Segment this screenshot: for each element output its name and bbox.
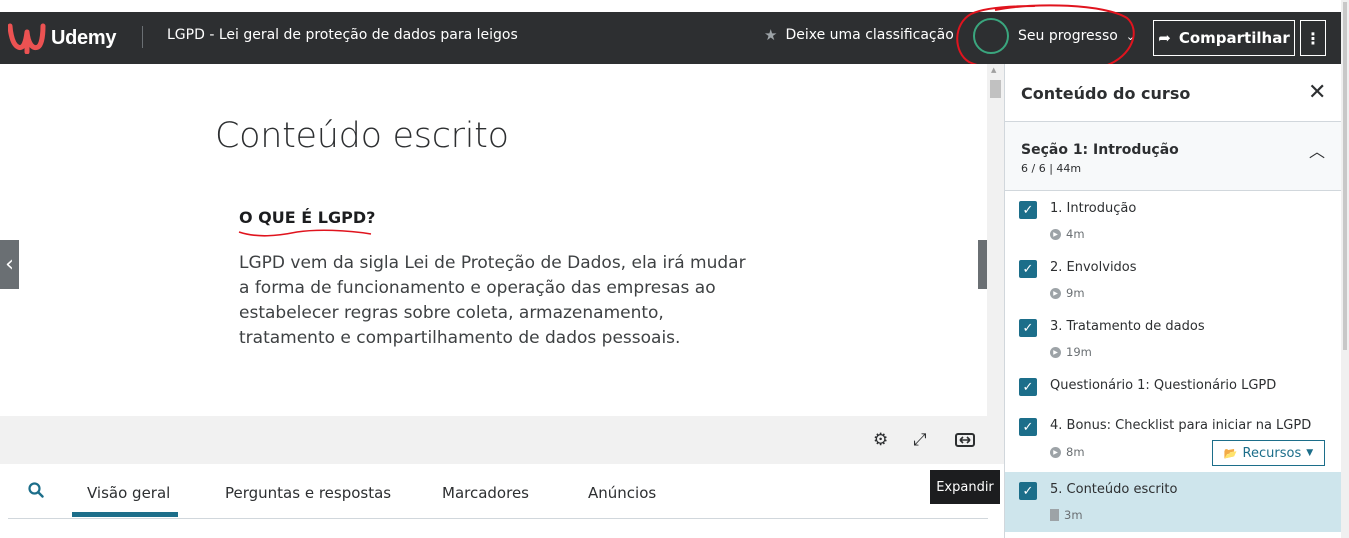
more-options-button[interactable]: ⋮ <box>1300 20 1326 56</box>
resources-label: Recursos <box>1242 445 1302 461</box>
folder-open-icon: 📂 <box>1223 446 1238 460</box>
udemy-logo[interactable]: Udemy <box>8 20 117 56</box>
lesson-item[interactable]: ✓ 2. Envolvidos ▶ 9m <box>1005 250 1342 309</box>
checkbox-checked-icon[interactable]: ✓ <box>1019 418 1037 436</box>
section-header[interactable]: Seção 1: Introdução 6 / 6 | 44m ︿ <box>1005 121 1342 191</box>
top-header: Udemy LGPD - Lei geral de proteção de da… <box>0 12 1341 64</box>
lesson-meta: ▶ 9m <box>1050 286 1085 300</box>
chevron-up-icon[interactable]: ︿ <box>1309 138 1325 162</box>
scroll-up-arrow-icon[interactable]: ▲ <box>991 66 996 74</box>
quiz-item[interactable]: ✓ Questionário 1: Questionário LGPD <box>1005 368 1342 408</box>
progress-ring-icon <box>973 18 1009 54</box>
search-icon[interactable] <box>28 482 44 498</box>
tab-announcements[interactable]: Anúncios <box>588 484 656 502</box>
progress-dropdown[interactable]: Seu progresso ⌄ <box>973 18 1135 54</box>
lesson-item-current[interactable]: ✓ 5. Conteúdo escrito 3m <box>1005 472 1342 532</box>
checkbox-checked-icon[interactable]: ✓ <box>1019 482 1037 500</box>
window-top-strip <box>0 0 1349 12</box>
tab-bookmarks[interactable]: Marcadores <box>442 484 529 502</box>
red-underline-annotation <box>238 229 372 237</box>
lesson-title: 2. Envolvidos <box>1050 260 1137 275</box>
checkbox-checked-icon[interactable]: ✓ <box>1019 260 1037 278</box>
resources-dropdown-button[interactable]: 📂 Recursos ▼ <box>1212 440 1325 466</box>
scrollbar-thumb[interactable] <box>990 80 1001 98</box>
lecture-tabs: Visão geral Perguntas e respostas Marcad… <box>8 464 988 519</box>
sidebar-heading: Conteúdo do curso <box>1021 84 1191 103</box>
tab-overview[interactable]: Visão geral <box>87 484 170 502</box>
share-button[interactable]: ➦ Compartilhar <box>1153 20 1295 56</box>
progress-label: Seu progresso <box>1018 28 1118 44</box>
share-arrow-icon: ➦ <box>1158 29 1171 47</box>
lesson-duration: 19m <box>1066 345 1092 359</box>
lecture-title: Conteúdo escrito <box>215 116 509 156</box>
lesson-item[interactable]: ✓ 4. Bonus: Checklist para iniciar na LG… <box>1005 408 1342 472</box>
article-subheading: O QUE É LGPD? <box>239 208 376 227</box>
chevron-down-icon: ⌄ <box>1125 29 1136 43</box>
tab-questions-answers[interactable]: Perguntas e respostas <box>225 484 391 502</box>
star-icon: ★ <box>764 26 778 44</box>
play-icon: ▶ <box>1050 346 1061 358</box>
lecture-content: Conteúdo escrito O QUE É LGPD? LGPD vem … <box>0 64 987 416</box>
lesson-meta: ▶ 4m <box>1050 227 1085 241</box>
lesson-item[interactable]: ✓ 3. Tratamento de dados ▶ 19m <box>1005 309 1342 368</box>
checkbox-checked-icon[interactable]: ✓ <box>1019 201 1037 219</box>
play-icon: ▶ <box>1050 287 1061 299</box>
brand-name: Udemy <box>51 26 117 49</box>
lesson-meta: ▶ 19m <box>1050 345 1092 359</box>
article-body: LGPD vem da sigla Lei de Proteção de Dad… <box>239 253 746 348</box>
lesson-item[interactable]: ✓ 1. Introdução ▶ 4m <box>1005 191 1342 250</box>
checkbox-checked-icon[interactable]: ✓ <box>1019 378 1037 396</box>
header-divider <box>142 26 143 48</box>
course-title[interactable]: LGPD - Lei geral de proteção de dados pa… <box>167 27 518 43</box>
chevron-down-icon: ▼ <box>1306 448 1314 458</box>
lesson-title: 5. Conteúdo escrito <box>1050 482 1178 497</box>
section-meta: 6 / 6 | 44m <box>1021 162 1082 175</box>
lesson-meta: ▶ 8m <box>1050 445 1085 459</box>
player-controls: ⚙ ⤢ <box>0 416 1004 464</box>
leave-rating-label: Deixe uma classificação <box>785 27 954 43</box>
content-scrollbar[interactable] <box>987 64 1004 416</box>
lesson-meta: 3m <box>1050 508 1083 522</box>
lesson-title: 4. Bonus: Checklist para iniciar na LGPD <box>1050 418 1312 433</box>
play-icon: ▶ <box>1050 446 1061 458</box>
lesson-duration: 8m <box>1066 445 1085 459</box>
lesson-title: 3. Tratamento de dados <box>1050 319 1205 334</box>
udemy-u-logo-icon <box>8 23 46 54</box>
course-content-sidebar: Conteúdo do curso ✕ Seção 1: Introdução … <box>1004 64 1342 538</box>
lesson-duration: 4m <box>1066 227 1085 241</box>
previous-lecture-button[interactable]: ‹ <box>0 240 19 289</box>
play-icon: ▶ <box>1050 228 1061 240</box>
lesson-duration: 3m <box>1064 508 1083 522</box>
expand-icon[interactable] <box>955 433 975 447</box>
quiz-title: Questionário 1: Questionário LGPD <box>1050 378 1277 393</box>
settings-gear-icon[interactable]: ⚙ <box>873 430 888 450</box>
lesson-title: 1. Introdução <box>1050 201 1137 216</box>
document-icon <box>1050 509 1059 521</box>
page-scrollbar-thumb[interactable] <box>1343 2 1347 350</box>
checkbox-checked-icon[interactable]: ✓ <box>1019 319 1037 337</box>
lesson-duration: 9m <box>1066 286 1085 300</box>
active-tab-indicator <box>72 512 178 517</box>
section-title: Seção 1: Introdução <box>1021 142 1179 158</box>
close-icon[interactable]: ✕ <box>1308 80 1326 105</box>
leave-rating-button[interactable]: ★ Deixe uma classificação <box>764 26 954 44</box>
share-label: Compartilhar <box>1178 29 1290 47</box>
fullscreen-icon[interactable]: ⤢ <box>913 430 927 450</box>
